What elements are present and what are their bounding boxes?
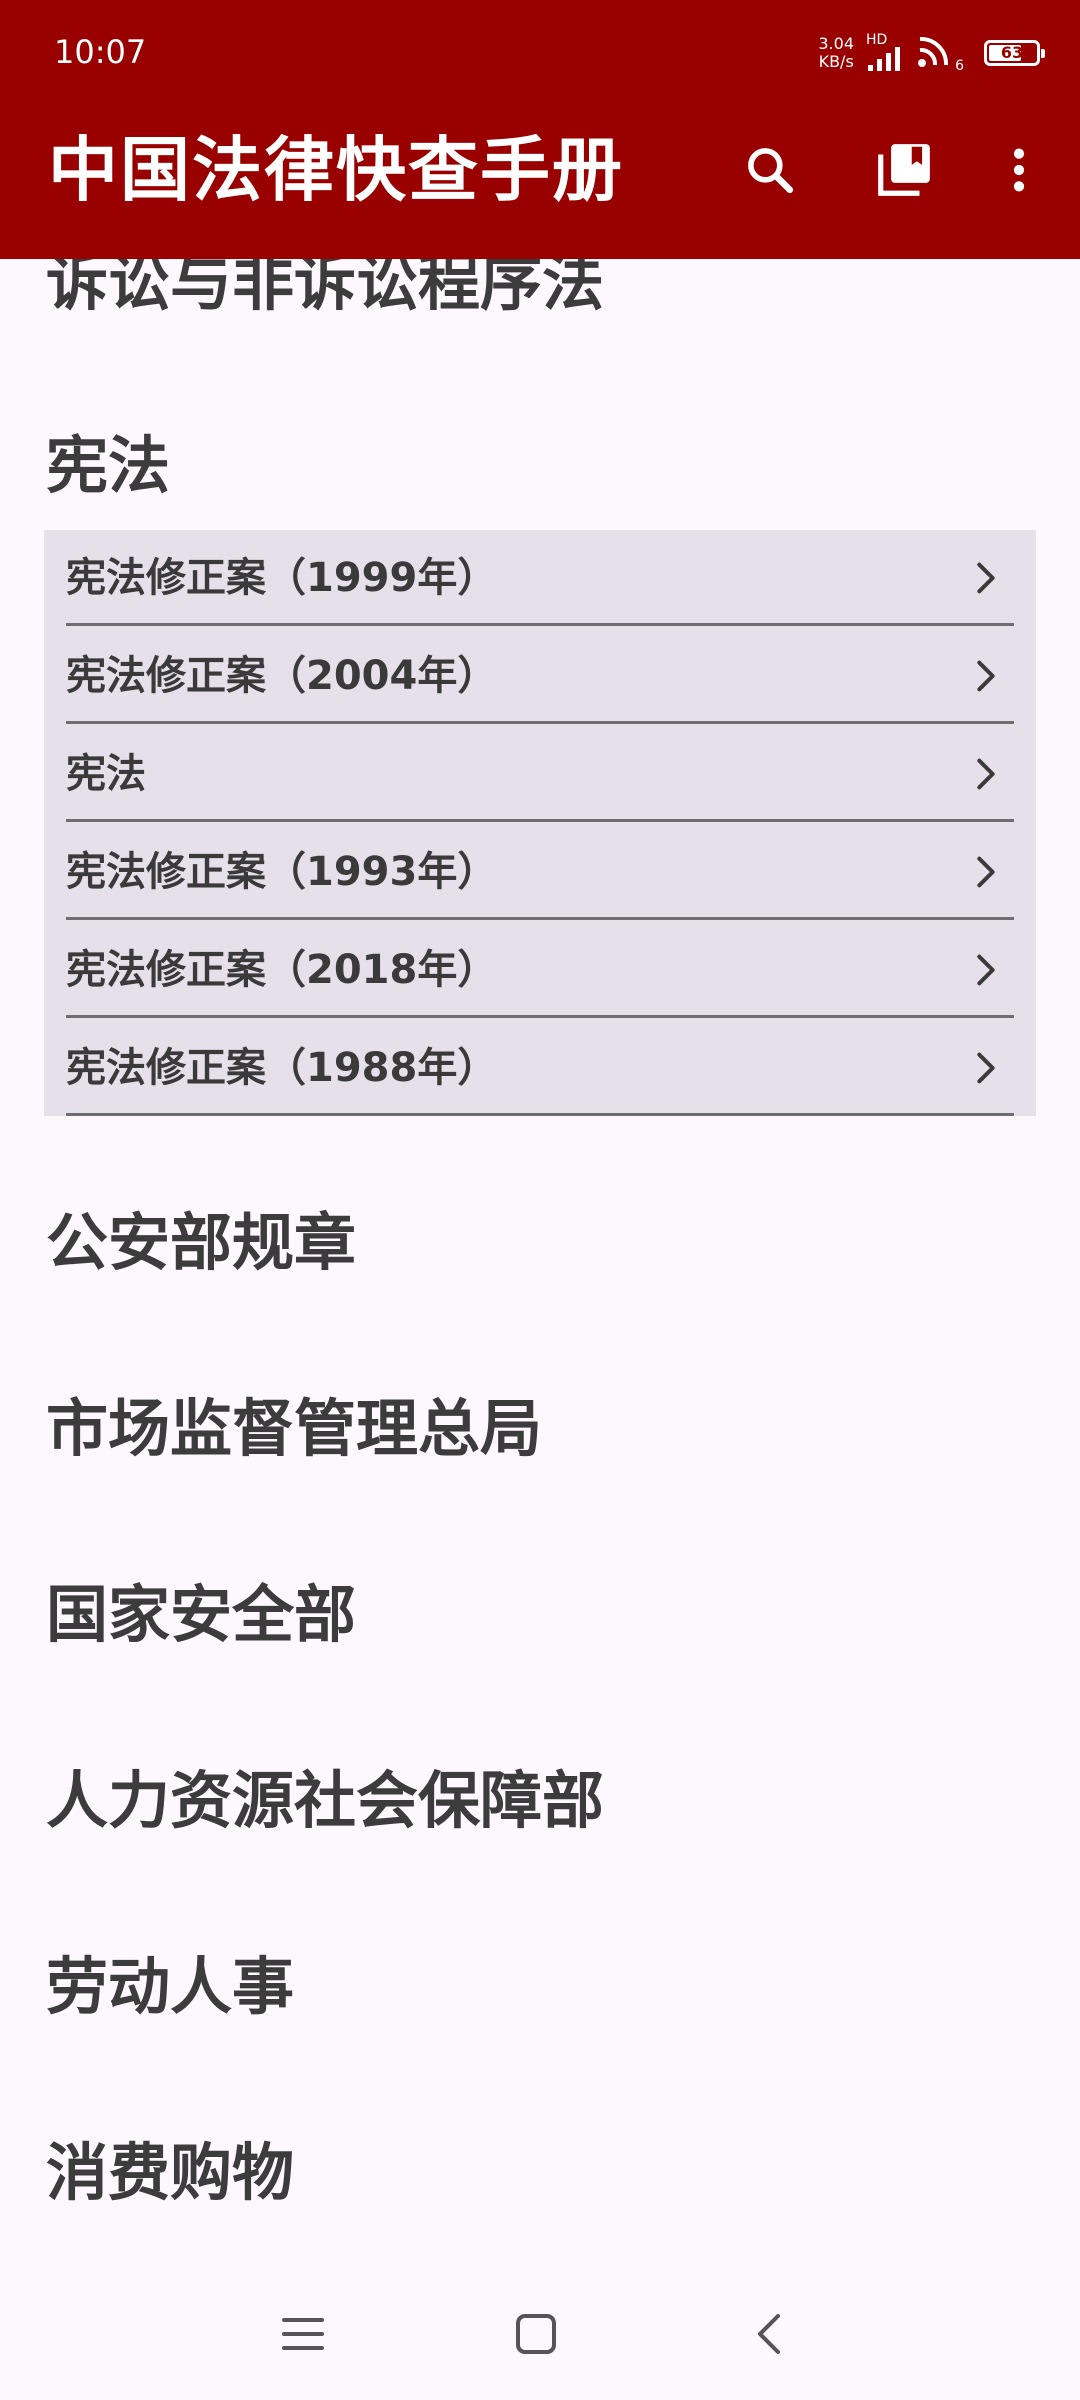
law-item-amendment-1993[interactable]: 宪法修正案（1993年） [66, 824, 1014, 920]
category-market-regulation[interactable]: 市场监督管理总局 [46, 1393, 542, 1465]
wifi-icon [918, 36, 949, 67]
system-nav-bar [0, 2268, 1080, 2400]
wifi-status: 6 [916, 33, 964, 73]
library-icon [878, 144, 930, 196]
network-speed: 3.04 KB/s [818, 35, 854, 71]
law-item-label: 宪法修正案（1999年） [66, 555, 498, 601]
category-human-resources[interactable]: 人力资源社会保障部 [46, 1765, 604, 1837]
cell-signal: HD [866, 33, 904, 73]
signal-icon [868, 47, 900, 71]
category-public-security-rules[interactable]: 公安部规章 [46, 1207, 356, 1279]
constitution-law-panel: 宪法修正案（1999年） 宪法修正案（2004年） 宪法 宪法修正案（1993年… [44, 530, 1036, 1116]
law-item-label: 宪法 [66, 751, 146, 797]
back-icon [758, 2314, 780, 2354]
chevron-right-icon [977, 562, 995, 594]
law-item-amendment-1999[interactable]: 宪法修正案（1999年） [66, 530, 1014, 626]
search-button[interactable] [730, 130, 810, 210]
battery-level: 63 [1000, 43, 1024, 62]
chevron-right-icon [977, 1052, 995, 1084]
law-item-constitution[interactable]: 宪法 [66, 726, 1014, 822]
network-speed-unit: KB/s [818, 52, 854, 71]
law-item-amendment-1988[interactable]: 宪法修正案（1988年） [66, 1020, 1014, 1116]
chevron-right-icon [977, 856, 995, 888]
status-time: 10:07 [54, 33, 147, 71]
nav-home-button[interactable] [500, 2298, 572, 2370]
home-square-icon [516, 2314, 556, 2354]
law-item-label: 宪法修正案（1993年） [66, 849, 498, 895]
chevron-right-icon [977, 954, 995, 986]
chevron-right-icon [977, 660, 995, 692]
law-item-amendment-2004[interactable]: 宪法修正案（2004年） [66, 628, 1014, 724]
network-speed-value: 3.04 [818, 34, 854, 53]
law-item-label: 宪法修正案（2004年） [66, 653, 498, 699]
wifi-badge: 6 [955, 58, 964, 74]
category-state-security[interactable]: 国家安全部 [46, 1579, 356, 1651]
library-button[interactable] [864, 130, 944, 210]
category-consumer-shopping[interactable]: 消费购物 [46, 2137, 294, 2209]
more-options-button[interactable] [979, 130, 1059, 210]
signal-hd-label: HD [866, 32, 888, 48]
more-vert-icon [1013, 148, 1025, 192]
nav-back-button[interactable] [734, 2298, 806, 2370]
battery-icon: 63 [984, 40, 1045, 66]
law-item-label: 宪法修正案（1988年） [66, 1045, 498, 1091]
category-constitution[interactable]: 宪法 [46, 430, 170, 502]
nav-menu-button[interactable] [267, 2298, 339, 2370]
law-item-amendment-2018[interactable]: 宪法修正案（2018年） [66, 922, 1014, 1018]
menu-icon [282, 2318, 324, 2350]
law-item-label: 宪法修正案（2018年） [66, 947, 498, 993]
app-title: 中国法律快查手册 [48, 129, 624, 211]
app-bar: 10:07 3.04 KB/s HD 6 63 中国法律快查手册 [0, 0, 1080, 259]
category-labor-personnel[interactable]: 劳动人事 [46, 1951, 294, 2023]
chevron-right-icon [977, 758, 995, 790]
status-icons: 3.04 KB/s HD 6 63 [818, 28, 1045, 78]
search-icon [748, 148, 794, 194]
